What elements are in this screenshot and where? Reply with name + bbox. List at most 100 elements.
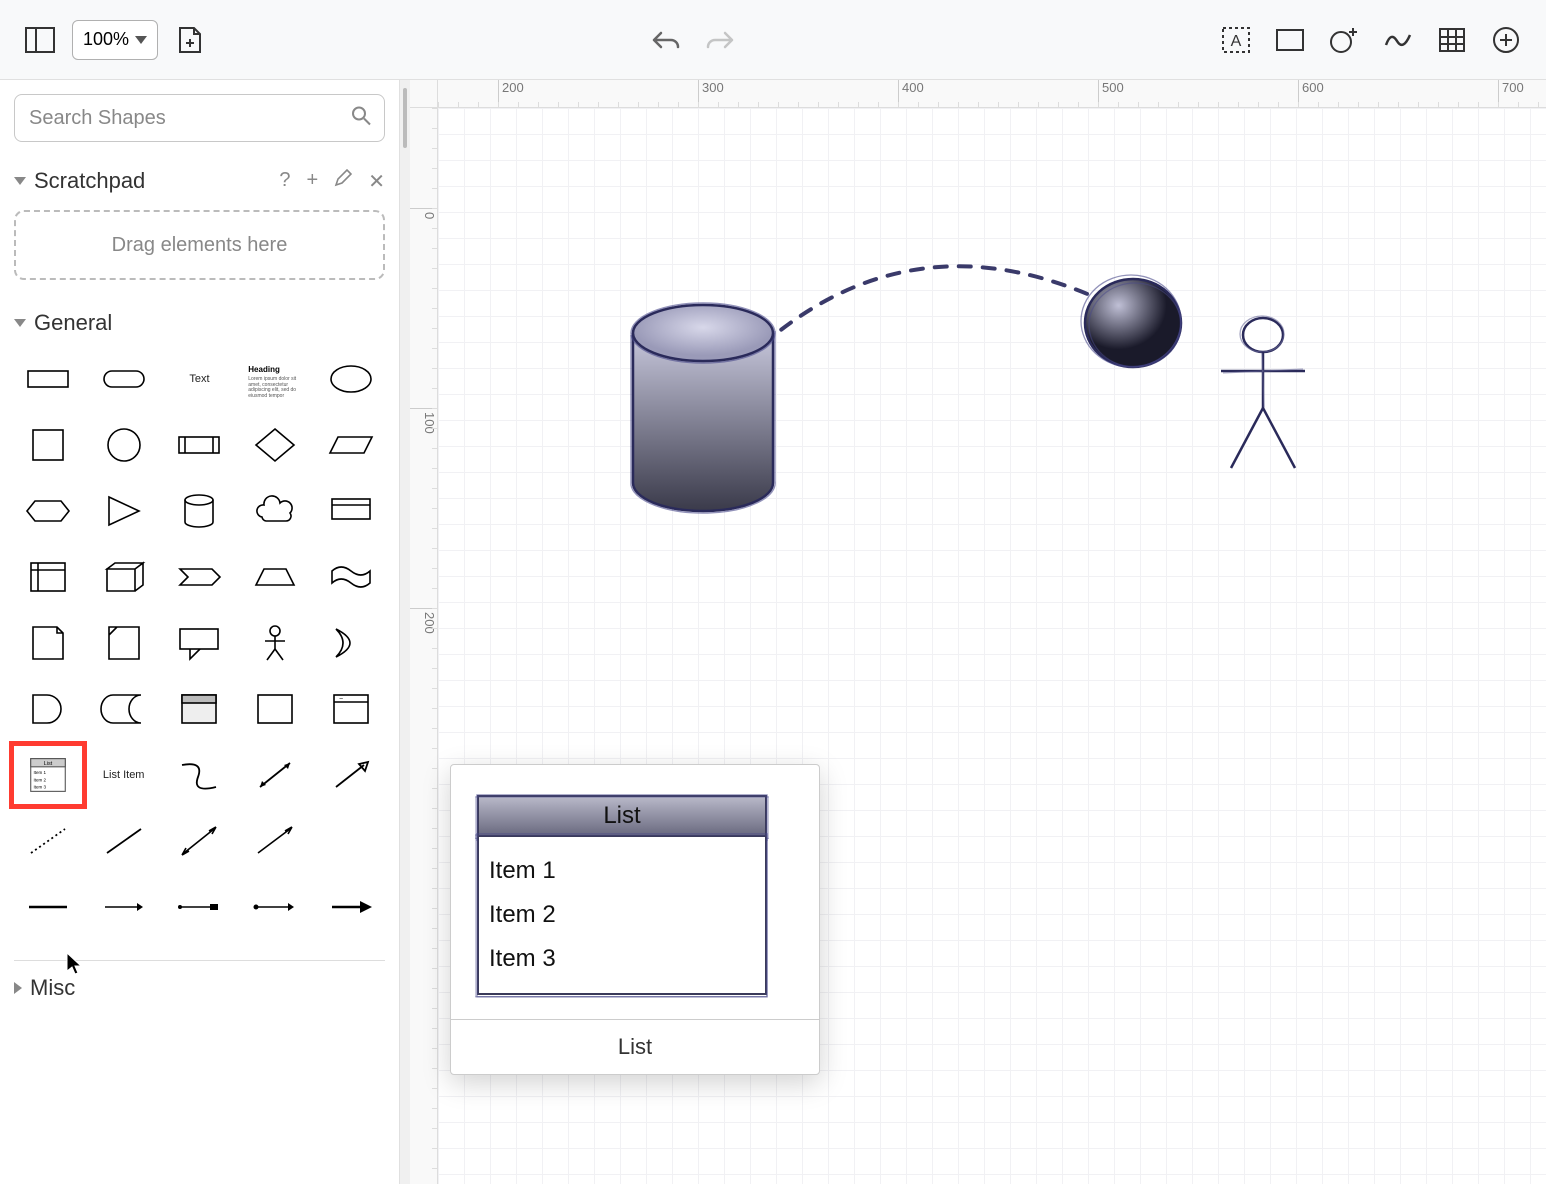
shape-triangle[interactable] bbox=[90, 482, 158, 540]
shape-empty bbox=[317, 812, 385, 870]
shape-step[interactable] bbox=[166, 548, 234, 606]
shape-tape[interactable] bbox=[317, 548, 385, 606]
shape-parallelogram[interactable] bbox=[317, 416, 385, 474]
zoom-select[interactable]: 100% bbox=[72, 20, 158, 60]
undo-button[interactable] bbox=[646, 20, 686, 60]
scratchpad-title: Scratchpad bbox=[34, 168, 145, 194]
shape-bidir-thin-arrow[interactable] bbox=[166, 812, 234, 870]
shape-circle[interactable] bbox=[90, 416, 158, 474]
misc-header[interactable]: Misc bbox=[14, 960, 385, 1009]
misc-title: Misc bbox=[30, 975, 75, 1001]
shape-cube[interactable] bbox=[90, 548, 158, 606]
preview-label: List bbox=[451, 1019, 819, 1074]
add-button[interactable] bbox=[1486, 20, 1526, 60]
rectangle-tool-button[interactable] bbox=[1270, 20, 1310, 60]
shape-rounded-rectangle[interactable] bbox=[90, 350, 158, 408]
canvas-shape-sphere[interactable] bbox=[1078, 273, 1188, 373]
freehand-tool-button[interactable] bbox=[1378, 20, 1418, 60]
svg-text:List: List bbox=[44, 761, 53, 767]
shape-datastore[interactable] bbox=[90, 680, 158, 738]
shape-rectangle[interactable] bbox=[14, 350, 82, 408]
scratchpad-add-icon[interactable]: + bbox=[307, 169, 319, 194]
redo-button[interactable] bbox=[700, 20, 740, 60]
shape-diamond[interactable] bbox=[241, 416, 309, 474]
search-icon bbox=[351, 106, 371, 131]
shape-and[interactable] bbox=[14, 680, 82, 738]
scratchpad-close-icon[interactable]: ✕ bbox=[368, 169, 385, 194]
shape-process[interactable] bbox=[166, 416, 234, 474]
preview-list-item: Item 3 bbox=[489, 937, 755, 981]
svg-text:Item 2: Item 2 bbox=[33, 777, 46, 782]
shape-bidir-arrow[interactable] bbox=[241, 746, 309, 804]
shape-cloud[interactable] bbox=[241, 482, 309, 540]
shape-trapezoid[interactable] bbox=[241, 548, 309, 606]
shape-preview-tooltip: List Item 1 Item 2 Item 3 List bbox=[450, 764, 820, 1075]
canvas-area: 200 300 400 500 600 700 0 100 200 bbox=[410, 80, 1546, 1184]
scratchpad-help-icon[interactable]: ? bbox=[279, 169, 290, 194]
svg-text:Item 3: Item 3 bbox=[33, 785, 46, 790]
chevron-down-icon bbox=[14, 177, 26, 185]
preview-list-item: Item 2 bbox=[489, 893, 755, 937]
new-page-button[interactable] bbox=[170, 20, 210, 60]
shape-internal-storage[interactable] bbox=[14, 548, 82, 606]
sidebar-splitter[interactable] bbox=[400, 80, 410, 1184]
canvas-shape-cylinder[interactable] bbox=[618, 293, 788, 518]
shape-text[interactable]: Text bbox=[166, 350, 234, 408]
scratchpad-dropzone[interactable]: Drag elements here bbox=[14, 210, 385, 280]
ellipse-tool-button[interactable] bbox=[1324, 20, 1364, 60]
shape-hline[interactable] bbox=[14, 878, 82, 936]
shape-curve[interactable] bbox=[166, 746, 234, 804]
shape-actor[interactable] bbox=[241, 614, 309, 672]
svg-text:−: − bbox=[339, 696, 343, 703]
shape-arrow[interactable] bbox=[317, 746, 385, 804]
shape-thin-arrow[interactable] bbox=[241, 812, 309, 870]
shape-list-item[interactable]: List Item bbox=[90, 746, 158, 804]
ruler-vertical: 0 100 200 bbox=[410, 108, 438, 1184]
chevron-right-icon bbox=[14, 982, 22, 994]
toggle-sidebar-button[interactable] bbox=[20, 20, 60, 60]
preview-list-item: Item 1 bbox=[489, 849, 755, 893]
preview-list-shape: List Item 1 Item 2 Item 3 bbox=[477, 795, 767, 995]
shape-collapsible[interactable]: − bbox=[317, 680, 385, 738]
shape-connector4[interactable] bbox=[317, 878, 385, 936]
search-input[interactable] bbox=[14, 94, 385, 142]
shape-callout[interactable] bbox=[166, 614, 234, 672]
shape-rect3[interactable] bbox=[241, 680, 309, 738]
shape-list[interactable]: List Item 1 Item 2 Item 3 bbox=[14, 746, 82, 804]
sidebar: Scratchpad ? + ✕ Drag elements here Gene… bbox=[0, 80, 400, 1184]
toolbar: 100% A bbox=[0, 0, 1546, 80]
svg-text:A: A bbox=[1231, 33, 1242, 50]
shape-dashed-line[interactable] bbox=[14, 812, 82, 870]
shape-heading[interactable]: HeadingLorem ipsum dolor sit amet, conse… bbox=[241, 350, 309, 408]
general-header[interactable]: General bbox=[14, 302, 385, 344]
shape-square[interactable] bbox=[14, 416, 82, 474]
shape-card[interactable] bbox=[90, 614, 158, 672]
text-tool-button[interactable]: A bbox=[1216, 20, 1256, 60]
canvas-shape-actor[interactable] bbox=[1213, 313, 1313, 473]
scratchpad-header[interactable]: Scratchpad ? + ✕ bbox=[14, 160, 385, 202]
shape-container[interactable] bbox=[166, 680, 234, 738]
preview-list-title: List bbox=[603, 802, 640, 830]
shape-connector1[interactable] bbox=[90, 878, 158, 936]
shape-ellipse[interactable] bbox=[317, 350, 385, 408]
scratchpad-edit-icon[interactable] bbox=[334, 169, 352, 194]
chevron-down-icon bbox=[14, 319, 26, 327]
shape-connector2[interactable] bbox=[166, 878, 234, 936]
shape-hexagon[interactable] bbox=[14, 482, 82, 540]
table-tool-button[interactable] bbox=[1432, 20, 1472, 60]
shape-connector3[interactable] bbox=[241, 878, 309, 936]
shape-note[interactable] bbox=[14, 614, 82, 672]
chevron-down-icon bbox=[135, 36, 147, 44]
shape-palette: Text HeadingLorem ipsum dolor sit amet, … bbox=[14, 344, 385, 956]
shape-callout-rect[interactable] bbox=[317, 482, 385, 540]
ruler-corner bbox=[410, 80, 438, 108]
ruler-horizontal: 200 300 400 500 600 700 bbox=[438, 80, 1546, 108]
svg-text:Item 1: Item 1 bbox=[33, 770, 46, 775]
shape-line[interactable] bbox=[90, 812, 158, 870]
canvas[interactable]: List Item 1 Item 2 Item 3 List bbox=[438, 108, 1546, 1184]
general-title: General bbox=[34, 310, 112, 336]
scratchpad-hint: Drag elements here bbox=[112, 234, 288, 257]
shape-cylinder[interactable] bbox=[166, 482, 234, 540]
zoom-value: 100% bbox=[83, 29, 129, 50]
shape-or[interactable] bbox=[317, 614, 385, 672]
